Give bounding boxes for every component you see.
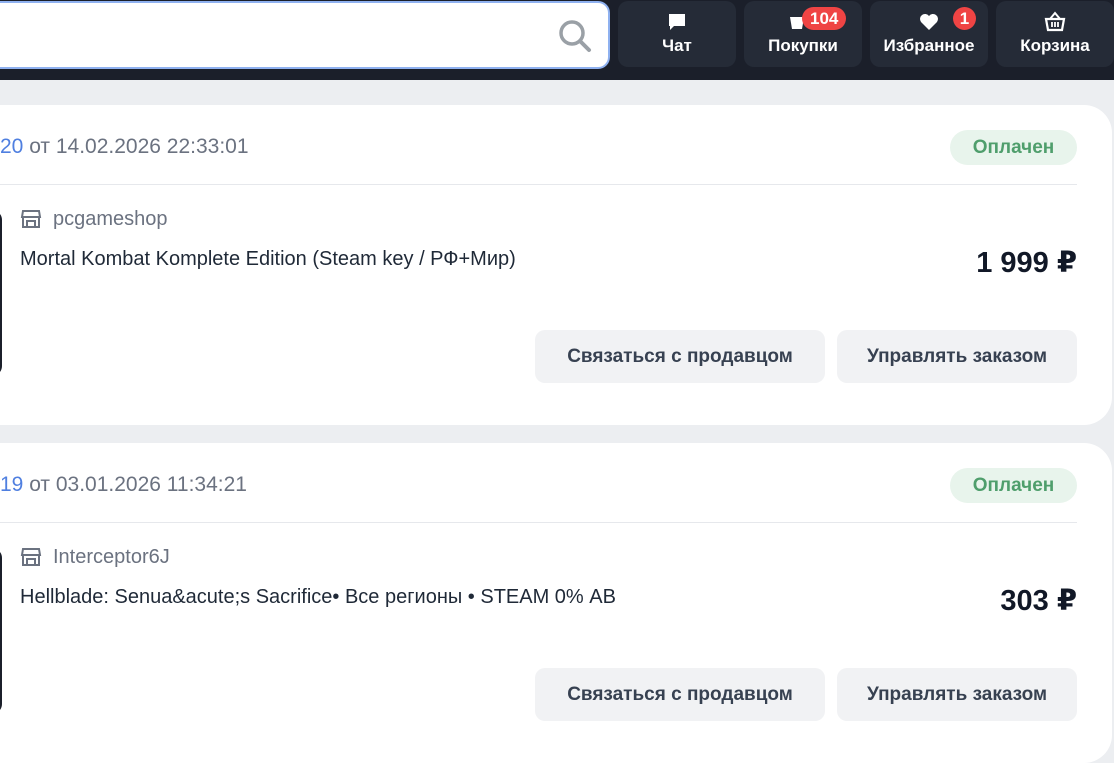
- top-navigation-bar: Чат 104 Покупки 1 Избранное Корзина: [0, 0, 1114, 80]
- nav-purchases-label: Покупки: [768, 36, 838, 55]
- product-thumbnail[interactable]: [0, 210, 2, 376]
- status-badge: Оплачен: [950, 468, 1077, 503]
- nav-cart-button[interactable]: Корзина: [996, 1, 1114, 67]
- nav-favorites-label: Избранное: [883, 36, 975, 55]
- search-input[interactable]: [0, 1, 610, 69]
- order-price: 1 999 ₽: [976, 247, 1077, 279]
- store-icon: [20, 210, 42, 228]
- nav-chat-button[interactable]: Чат: [618, 1, 736, 67]
- contact-seller-button[interactable]: Связаться с продавцом: [535, 668, 825, 721]
- purchases-count-badge: 104: [802, 7, 847, 30]
- divider: [0, 184, 1077, 185]
- seller-name: Interceptor6J: [53, 546, 170, 568]
- favorites-count-badge: 1: [953, 7, 976, 30]
- order-card: 19 от 03.01.2026 11:34:21 Оплачен Interc…: [0, 443, 1112, 763]
- seller-name: pcgameshop: [53, 208, 168, 230]
- manage-order-button[interactable]: Управлять заказом: [837, 668, 1077, 721]
- order-date: от 14.02.2026 22:33:01: [23, 135, 249, 158]
- nav-purchases-button[interactable]: 104 Покупки: [744, 1, 862, 67]
- divider: [0, 522, 1077, 523]
- manage-order-button[interactable]: Управлять заказом: [837, 330, 1077, 383]
- status-badge: Оплачен: [950, 130, 1077, 165]
- basket-icon: [1044, 11, 1066, 32]
- order-number-link[interactable]: 20: [0, 135, 23, 158]
- product-title[interactable]: Mortal Kombat Komplete Edition (Steam ke…: [20, 248, 516, 271]
- product-title[interactable]: Hellblade: Senua&acute;s Sacrifice• Все …: [20, 586, 616, 609]
- order-card: 20 от 14.02.2026 22:33:01 Оплачен pcgame…: [0, 105, 1112, 425]
- order-header: 19 от 03.01.2026 11:34:21: [0, 473, 247, 497]
- order-price: 303 ₽: [1000, 585, 1077, 617]
- order-date: от 03.01.2026 11:34:21: [23, 473, 247, 496]
- nav-cart-label: Корзина: [1020, 36, 1090, 55]
- nav-favorites-button[interactable]: 1 Избранное: [870, 1, 988, 67]
- order-header: 20 от 14.02.2026 22:33:01: [0, 135, 249, 159]
- search-icon[interactable]: [558, 19, 592, 53]
- order-number-link[interactable]: 19: [0, 473, 23, 496]
- chat-icon: [669, 14, 685, 30]
- store-icon: [20, 548, 42, 566]
- product-thumbnail[interactable]: [0, 548, 2, 714]
- heart-icon: [920, 14, 938, 30]
- contact-seller-button[interactable]: Связаться с продавцом: [535, 330, 825, 383]
- nav-chat-label: Чат: [662, 36, 692, 55]
